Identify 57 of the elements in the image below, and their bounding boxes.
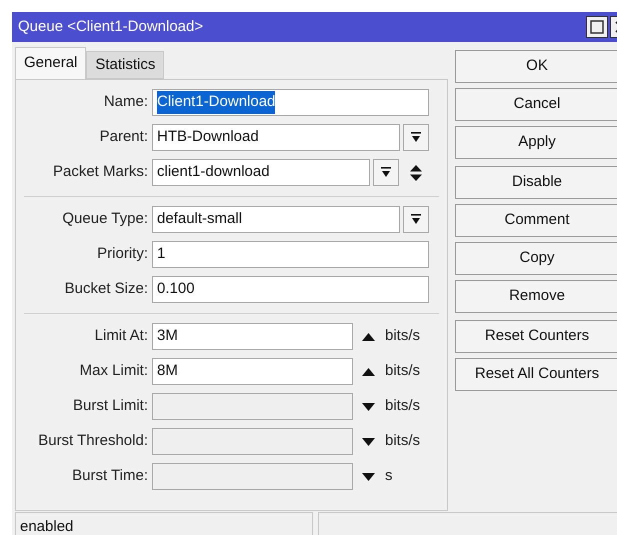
field-value: Client1-Download bbox=[157, 91, 276, 114]
status-cell: enabled bbox=[15, 512, 313, 535]
dialog-button[interactable]: Reset Counters bbox=[455, 320, 617, 353]
input-field[interactable]: Client1-Download bbox=[152, 89, 429, 116]
dropdown-arrow-icon bbox=[411, 132, 421, 143]
input-field[interactable]: 3M bbox=[152, 323, 353, 350]
dropdown-arrow-icon bbox=[411, 214, 421, 225]
dropdown-arrow-icon bbox=[381, 167, 391, 178]
select-field[interactable]: HTB-Download bbox=[152, 124, 400, 151]
input-field[interactable]: 1 bbox=[152, 241, 429, 268]
unit-label: bits/s bbox=[385, 361, 420, 382]
up-down-arrows-icon[interactable] bbox=[410, 164, 422, 180]
maximize-icon bbox=[590, 20, 604, 34]
field-label: Name: bbox=[102, 92, 149, 112]
field-label: Packet Marks: bbox=[52, 162, 149, 182]
field-label: Limit At: bbox=[94, 326, 149, 346]
field-label: Max Limit: bbox=[78, 361, 149, 382]
dialog-button[interactable]: OK bbox=[455, 50, 617, 83]
field-label: Burst Limit: bbox=[72, 396, 149, 416]
dialog-button[interactable]: Cancel bbox=[455, 88, 617, 121]
dialog-button[interactable]: Apply bbox=[455, 126, 617, 159]
window-title: Queue <Client1-Download> bbox=[18, 16, 204, 37]
field-label: Queue Type: bbox=[61, 209, 149, 230]
unit-label: s bbox=[385, 466, 392, 486]
input-field[interactable] bbox=[152, 428, 353, 455]
dialog-button[interactable]: Reset All Counters bbox=[455, 358, 617, 391]
unit-label: bits/s bbox=[385, 326, 420, 346]
expand-arrow-icon[interactable] bbox=[362, 472, 375, 480]
unit-label: bits/s bbox=[385, 431, 420, 452]
dropdown-button[interactable] bbox=[403, 206, 429, 233]
maximize-button[interactable] bbox=[586, 16, 608, 38]
collapse-arrow-icon[interactable] bbox=[362, 368, 375, 376]
expand-arrow-icon[interactable] bbox=[362, 438, 375, 446]
field-label: Parent: bbox=[98, 127, 149, 148]
dialog-button[interactable]: Copy bbox=[455, 242, 617, 275]
field-value: 1 bbox=[157, 244, 166, 264]
field-label: Priority: bbox=[96, 244, 149, 264]
dialog-button[interactable]: Disable bbox=[455, 166, 617, 199]
dialog-button[interactable]: Remove bbox=[455, 280, 617, 313]
unit-label: bits/s bbox=[385, 396, 420, 416]
input-field[interactable] bbox=[152, 463, 353, 490]
input-field[interactable]: 0.100 bbox=[152, 276, 429, 303]
tab[interactable]: General bbox=[15, 47, 86, 79]
tab[interactable]: Statistics bbox=[86, 51, 164, 79]
input-field[interactable]: 8M bbox=[152, 358, 353, 385]
select-field[interactable]: default-small bbox=[152, 206, 400, 233]
collapse-arrow-icon[interactable] bbox=[362, 332, 375, 340]
select-field[interactable]: client1-download bbox=[152, 159, 370, 186]
expand-arrow-icon[interactable] bbox=[362, 402, 375, 410]
input-field[interactable] bbox=[152, 393, 353, 420]
dialog-button[interactable]: Comment bbox=[455, 204, 617, 237]
field-value: 0.100 bbox=[157, 279, 195, 300]
field-label: Bucket Size: bbox=[64, 279, 149, 300]
dropdown-button[interactable] bbox=[373, 159, 399, 186]
field-label: Burst Threshold: bbox=[37, 431, 149, 452]
field-label: Burst Time: bbox=[71, 466, 149, 486]
dropdown-button[interactable] bbox=[403, 124, 429, 151]
